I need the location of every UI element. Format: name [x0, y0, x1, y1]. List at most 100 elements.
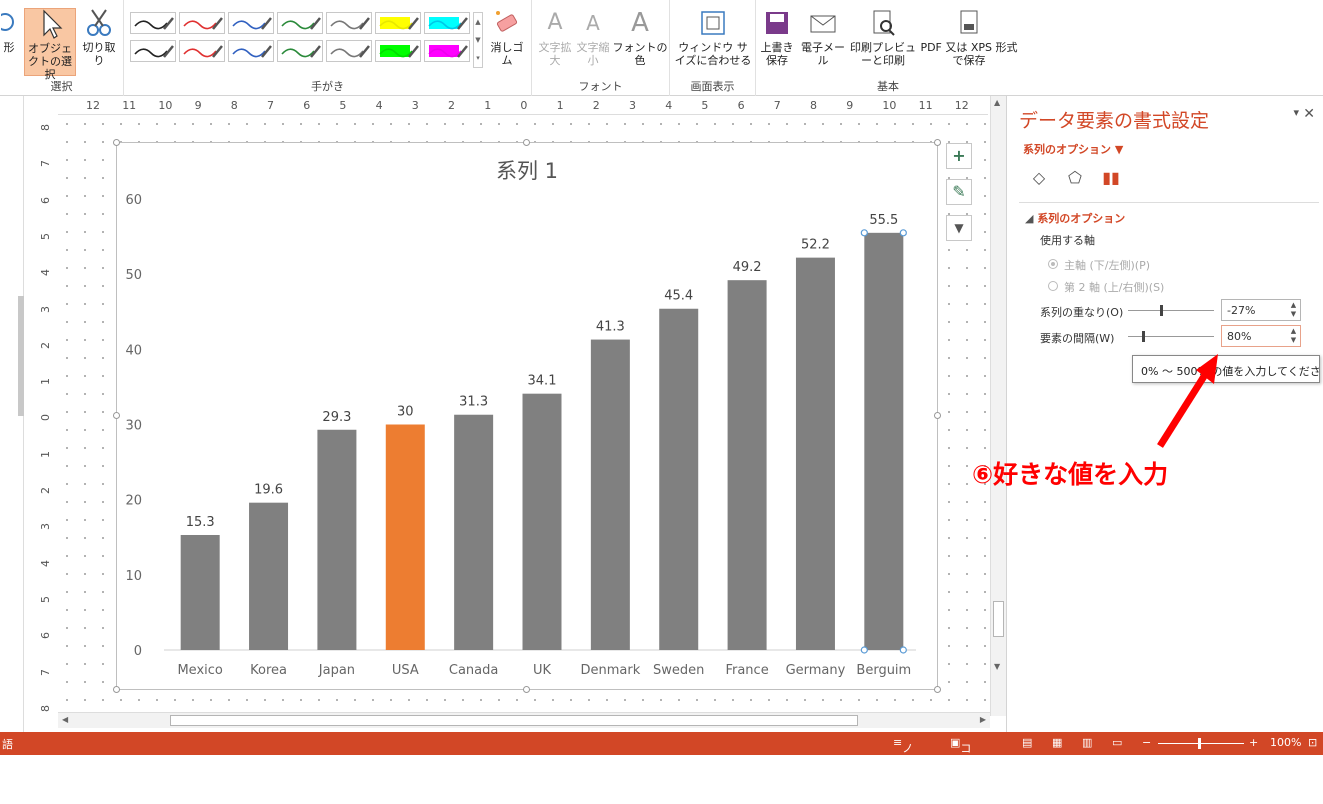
close-icon[interactable]: ✕ [1303, 106, 1315, 122]
ruler-tick-label: 11 [122, 99, 137, 112]
pen-swatch[interactable] [179, 40, 225, 62]
data-label: 55.5 [869, 213, 898, 228]
gap-spinner[interactable]: ▲ ▼ [1288, 327, 1299, 345]
bar[interactable] [317, 429, 357, 650]
y-tick-label: 10 [125, 569, 142, 584]
x-tick-label: Sweden [653, 663, 704, 678]
ruler-tick-label: 11 [918, 99, 933, 112]
paint-bucket-icon[interactable]: ◇ [1025, 168, 1053, 187]
vertical-scroll-thumb[interactable] [993, 601, 1004, 637]
bar[interactable] [249, 502, 289, 650]
chart-elements-button[interactable]: + [946, 143, 972, 169]
bar-chart[interactable]: 0 10 20 30 40 50 60 15.3 Mexico 19.6 Korea 29.3 Japa… [116, 142, 938, 690]
overlap-input[interactable]: -27% ▲ ▼ [1221, 299, 1301, 321]
zoom-level[interactable]: 100% [1270, 736, 1301, 749]
pen-swatch[interactable] [228, 12, 274, 34]
zoom-in-icon[interactable]: + [1249, 736, 1258, 749]
primary-axis-radio[interactable] [1048, 259, 1058, 269]
overlap-slider[interactable] [1128, 310, 1214, 311]
normal-view-icon[interactable]: ▤ [1022, 736, 1032, 749]
ruler-tick-label: 2 [39, 487, 52, 494]
reading-view-icon[interactable]: ▥ [1082, 736, 1092, 749]
email-button[interactable]: 電子メール [796, 8, 850, 67]
slide-thumbnail-strip[interactable] [0, 96, 24, 732]
pen-swatch[interactable] [179, 12, 225, 34]
slide-sorter-icon[interactable]: ▦ [1052, 736, 1062, 749]
shape-button[interactable]: 形 [0, 8, 18, 54]
scroll-up-icon[interactable]: ▲ [994, 98, 1000, 107]
pane-options-icon[interactable]: ▾ [1293, 106, 1299, 119]
pen-icon [232, 17, 272, 30]
gap-label: 要素の間隔(W) [1040, 332, 1115, 345]
overlap-spinner[interactable]: ▲ ▼ [1288, 301, 1299, 319]
save-over-button[interactable]: 上書き保存 [758, 8, 796, 67]
chart-styles-button[interactable]: ✎ [946, 179, 972, 205]
bar[interactable] [727, 280, 767, 650]
scroll-left-icon[interactable]: ◀ [62, 715, 68, 724]
thumbnail-scroll[interactable] [18, 296, 24, 416]
pentagon-icon[interactable]: ⬠ [1061, 168, 1089, 187]
x-tick-label: UK [533, 663, 552, 678]
pen-icon [428, 45, 468, 58]
chart-filter-button[interactable]: ▼ [946, 215, 972, 241]
slideshow-icon[interactable]: ▭ [1112, 736, 1122, 749]
series-options-section[interactable]: ◢ 系列のオプション [1025, 210, 1125, 226]
notes-button[interactable]: ≡ ノート [893, 736, 913, 787]
pen-swatch[interactable] [375, 40, 421, 62]
font-grow-button[interactable]: A 文字拡大 [538, 8, 572, 67]
horizontal-ruler: 12 11 10 9 8 7 6 5 4 3 2 1 0 1 2 3 4 5 6 7 8 9 10 11 12 [58, 96, 988, 115]
secondary-axis-label: 第 2 軸 (上/右側)(S) [1064, 281, 1165, 294]
bar[interactable] [385, 424, 425, 651]
pen-icon [281, 17, 321, 30]
pen-swatch[interactable] [277, 40, 323, 62]
ruler-tick-label: 10 [158, 99, 173, 112]
horizontal-scroll-thumb[interactable] [170, 715, 858, 726]
font-shrink-label: 文字縮小 [576, 41, 610, 67]
zoom-out-icon[interactable]: − [1142, 736, 1151, 749]
eraser-button[interactable]: 消しゴム [486, 8, 528, 67]
pen-swatch[interactable] [130, 40, 176, 62]
bar[interactable] [659, 308, 699, 650]
group-pen: ▲ ▼ ▾ 消しゴム 手がき [124, 0, 532, 96]
scroll-right-icon[interactable]: ▶ [980, 715, 986, 724]
selection-handle [860, 646, 868, 654]
font-color-button[interactable]: A フォントの色 [612, 8, 668, 67]
group-basic-label: 基本 [877, 80, 899, 93]
vertical-scrollbar[interactable]: ▲ ▼ [990, 96, 1006, 716]
bar[interactable] [795, 257, 835, 650]
pdf-save-button[interactable]: PDF 又は XPS 形式で保存 [918, 8, 1020, 67]
pen-swatch[interactable] [228, 40, 274, 62]
secondary-axis-radio[interactable] [1048, 281, 1058, 291]
bar[interactable] [180, 534, 220, 650]
zoom-slider-thumb[interactable] [1198, 738, 1201, 749]
bar[interactable] [522, 393, 562, 650]
pen-swatch[interactable] [130, 12, 176, 34]
ruler-tick-label: 4 [665, 99, 673, 112]
print-preview-button[interactable]: 印刷プレビューと印刷 [850, 8, 916, 67]
pen-swatch[interactable] [277, 12, 323, 34]
cut-button[interactable]: 切り取り [78, 8, 120, 67]
pen-gallery-scroll[interactable]: ▲ ▼ ▾ [473, 12, 483, 68]
series-options-dropdown[interactable]: 系列のオプション ▼ [1023, 141, 1123, 157]
fit-slide-icon[interactable]: ⊡ [1308, 736, 1317, 749]
pen-swatch[interactable] [424, 12, 470, 34]
horizontal-scrollbar[interactable]: ◀ ▶ [58, 712, 990, 728]
data-label: 29.3 [322, 410, 351, 425]
fit-window-button[interactable]: ウィンドウ サイズに合わせる [674, 8, 752, 67]
bar[interactable] [454, 414, 494, 650]
font-shrink-button[interactable]: A 文字縮小 [576, 8, 610, 67]
bar[interactable] [864, 232, 904, 650]
zoom-slider[interactable] [1158, 743, 1244, 744]
pen-swatch[interactable] [375, 12, 421, 34]
pen-swatch[interactable] [326, 12, 372, 34]
pen-swatch[interactable] [424, 40, 470, 62]
scroll-down-icon[interactable]: ▼ [994, 662, 1000, 671]
select-object-button[interactable]: オブジェクトの選択 [24, 8, 76, 81]
overlap-slider-thumb[interactable] [1159, 305, 1163, 316]
comments-button[interactable]: ▣ コメント [950, 736, 971, 803]
pen-swatch[interactable] [326, 40, 372, 62]
gap-input[interactable]: 80% ▲ ▼ [1221, 325, 1301, 347]
bar[interactable] [590, 339, 630, 650]
ruler-tick-label: 7 [773, 99, 781, 112]
bar-chart-icon[interactable]: ▮▮ [1097, 168, 1125, 187]
